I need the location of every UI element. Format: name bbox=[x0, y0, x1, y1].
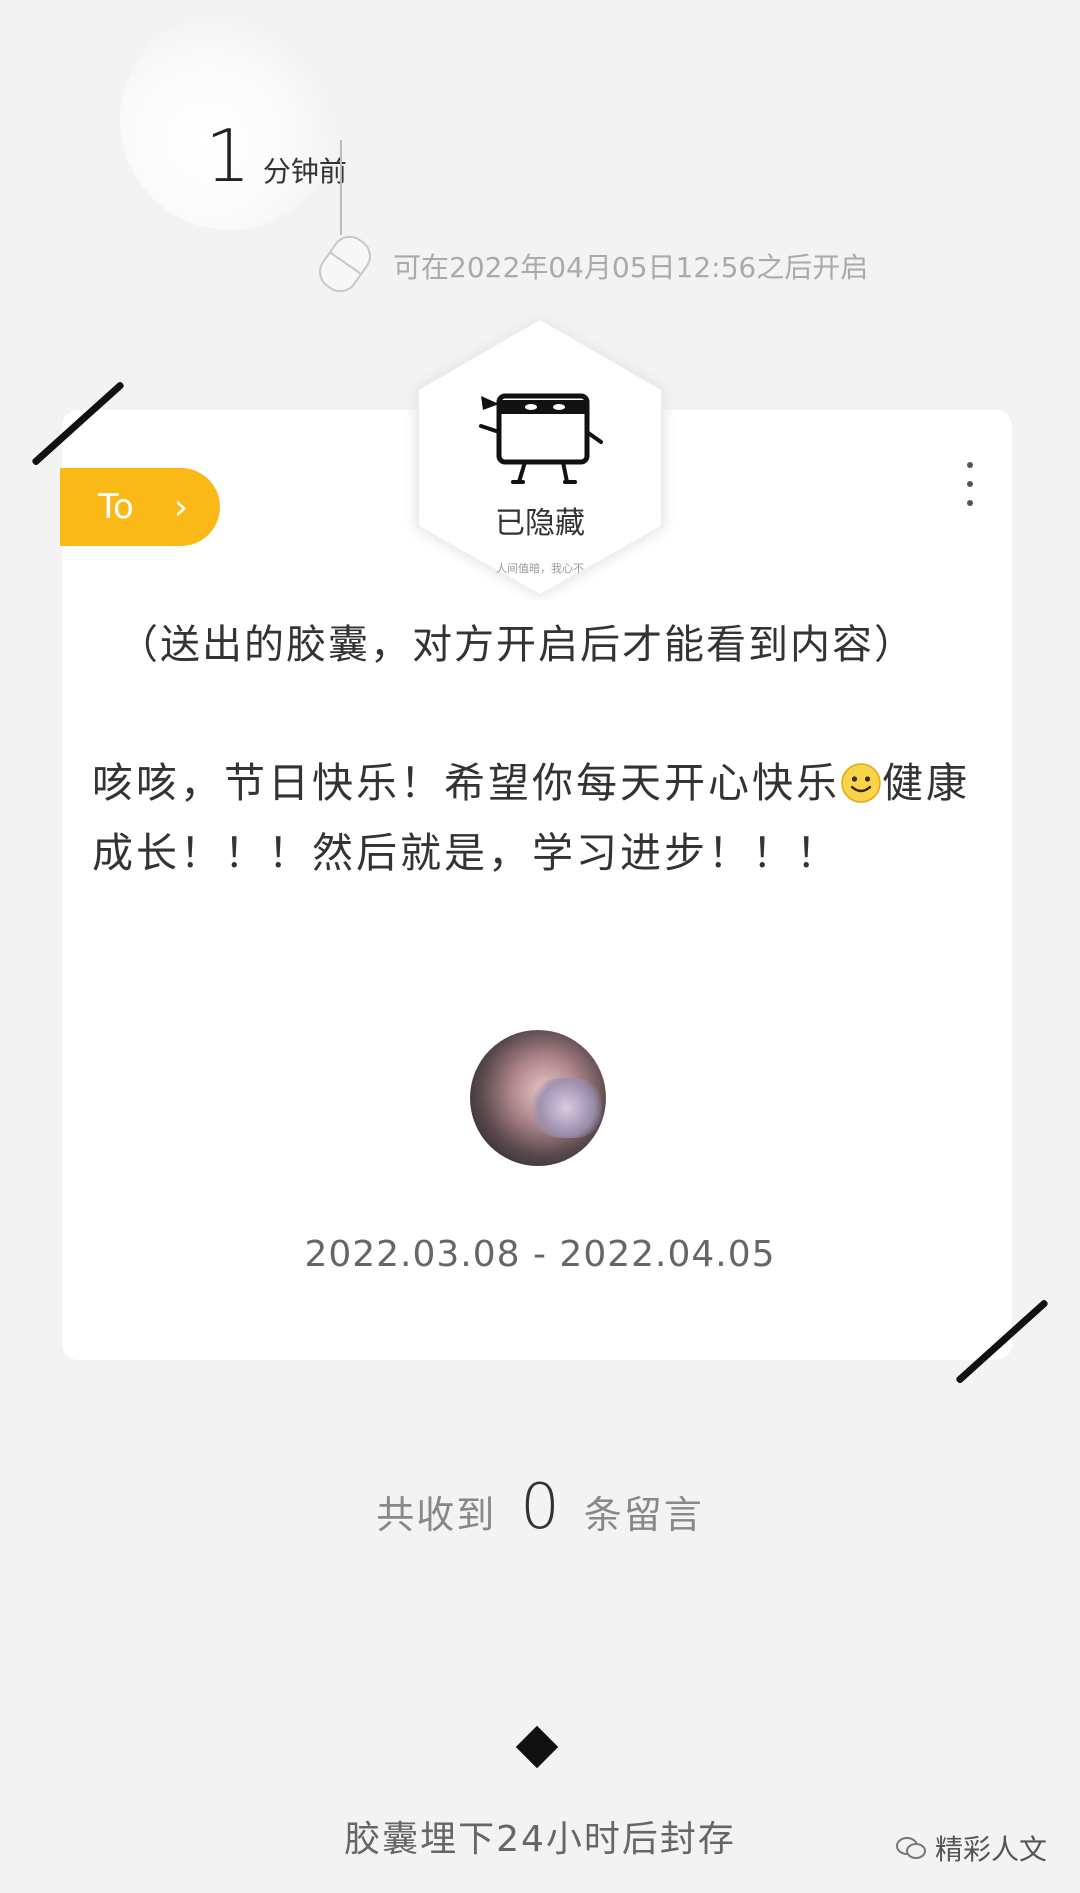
comments-prefix: 共收到 bbox=[376, 1493, 497, 1537]
capsule-icon bbox=[311, 228, 379, 300]
capsule-date-range: 2022.03.08 - 2022.04.05 bbox=[304, 1234, 776, 1275]
message-text-part1: 咳咳，节日快乐！希望你每天开心快乐 bbox=[92, 759, 840, 807]
hidden-status-badge: 已隐藏 人间值暗，我心不 bbox=[395, 310, 685, 600]
diamond-divider-icon bbox=[515, 1725, 559, 1769]
capsule-message: 咳咳，节日快乐！希望你每天开心快乐 健康成长！！！然后就是，学习进步！！！ bbox=[92, 748, 992, 888]
time-ago-number: 1 bbox=[205, 114, 251, 198]
comments-count[interactable]: 共收到 0 条留言 bbox=[0, 1470, 1080, 1543]
comments-suffix: 条留言 bbox=[583, 1493, 704, 1537]
recipient-button[interactable]: To › bbox=[60, 468, 220, 546]
comments-number: 0 bbox=[520, 1470, 560, 1543]
open-after-date: 可在2022年04月05日12:56之后开启 bbox=[393, 251, 869, 284]
time-ago-unit: 分钟前 bbox=[262, 155, 347, 188]
recipient-label: To bbox=[98, 487, 134, 527]
more-options-icon[interactable] bbox=[965, 462, 975, 506]
smiley-emoji-icon bbox=[841, 763, 881, 803]
capsule-note: （送出的胶囊，对方开启后才能看到内容） bbox=[118, 622, 916, 668]
watermark-text: 精彩人文 bbox=[935, 1833, 1048, 1866]
chevron-right-icon: › bbox=[173, 486, 189, 528]
masked-card-icon bbox=[479, 393, 603, 484]
hidden-status-subtext: 人间值暗，我心不 bbox=[496, 562, 584, 575]
capsule-detail-page: 1 分钟前 可在2022年04月05日12:56之后开启 To › 已隐藏 人间… bbox=[0, 0, 1080, 1893]
wechat-icon bbox=[896, 1837, 926, 1859]
time-ago: 1 分钟前 bbox=[205, 120, 347, 192]
hidden-status-label: 已隐藏 bbox=[495, 506, 585, 541]
sender-avatar[interactable] bbox=[470, 1030, 606, 1166]
watermark: 精彩人文 bbox=[895, 1828, 1047, 1868]
hanging-string bbox=[340, 140, 342, 235]
